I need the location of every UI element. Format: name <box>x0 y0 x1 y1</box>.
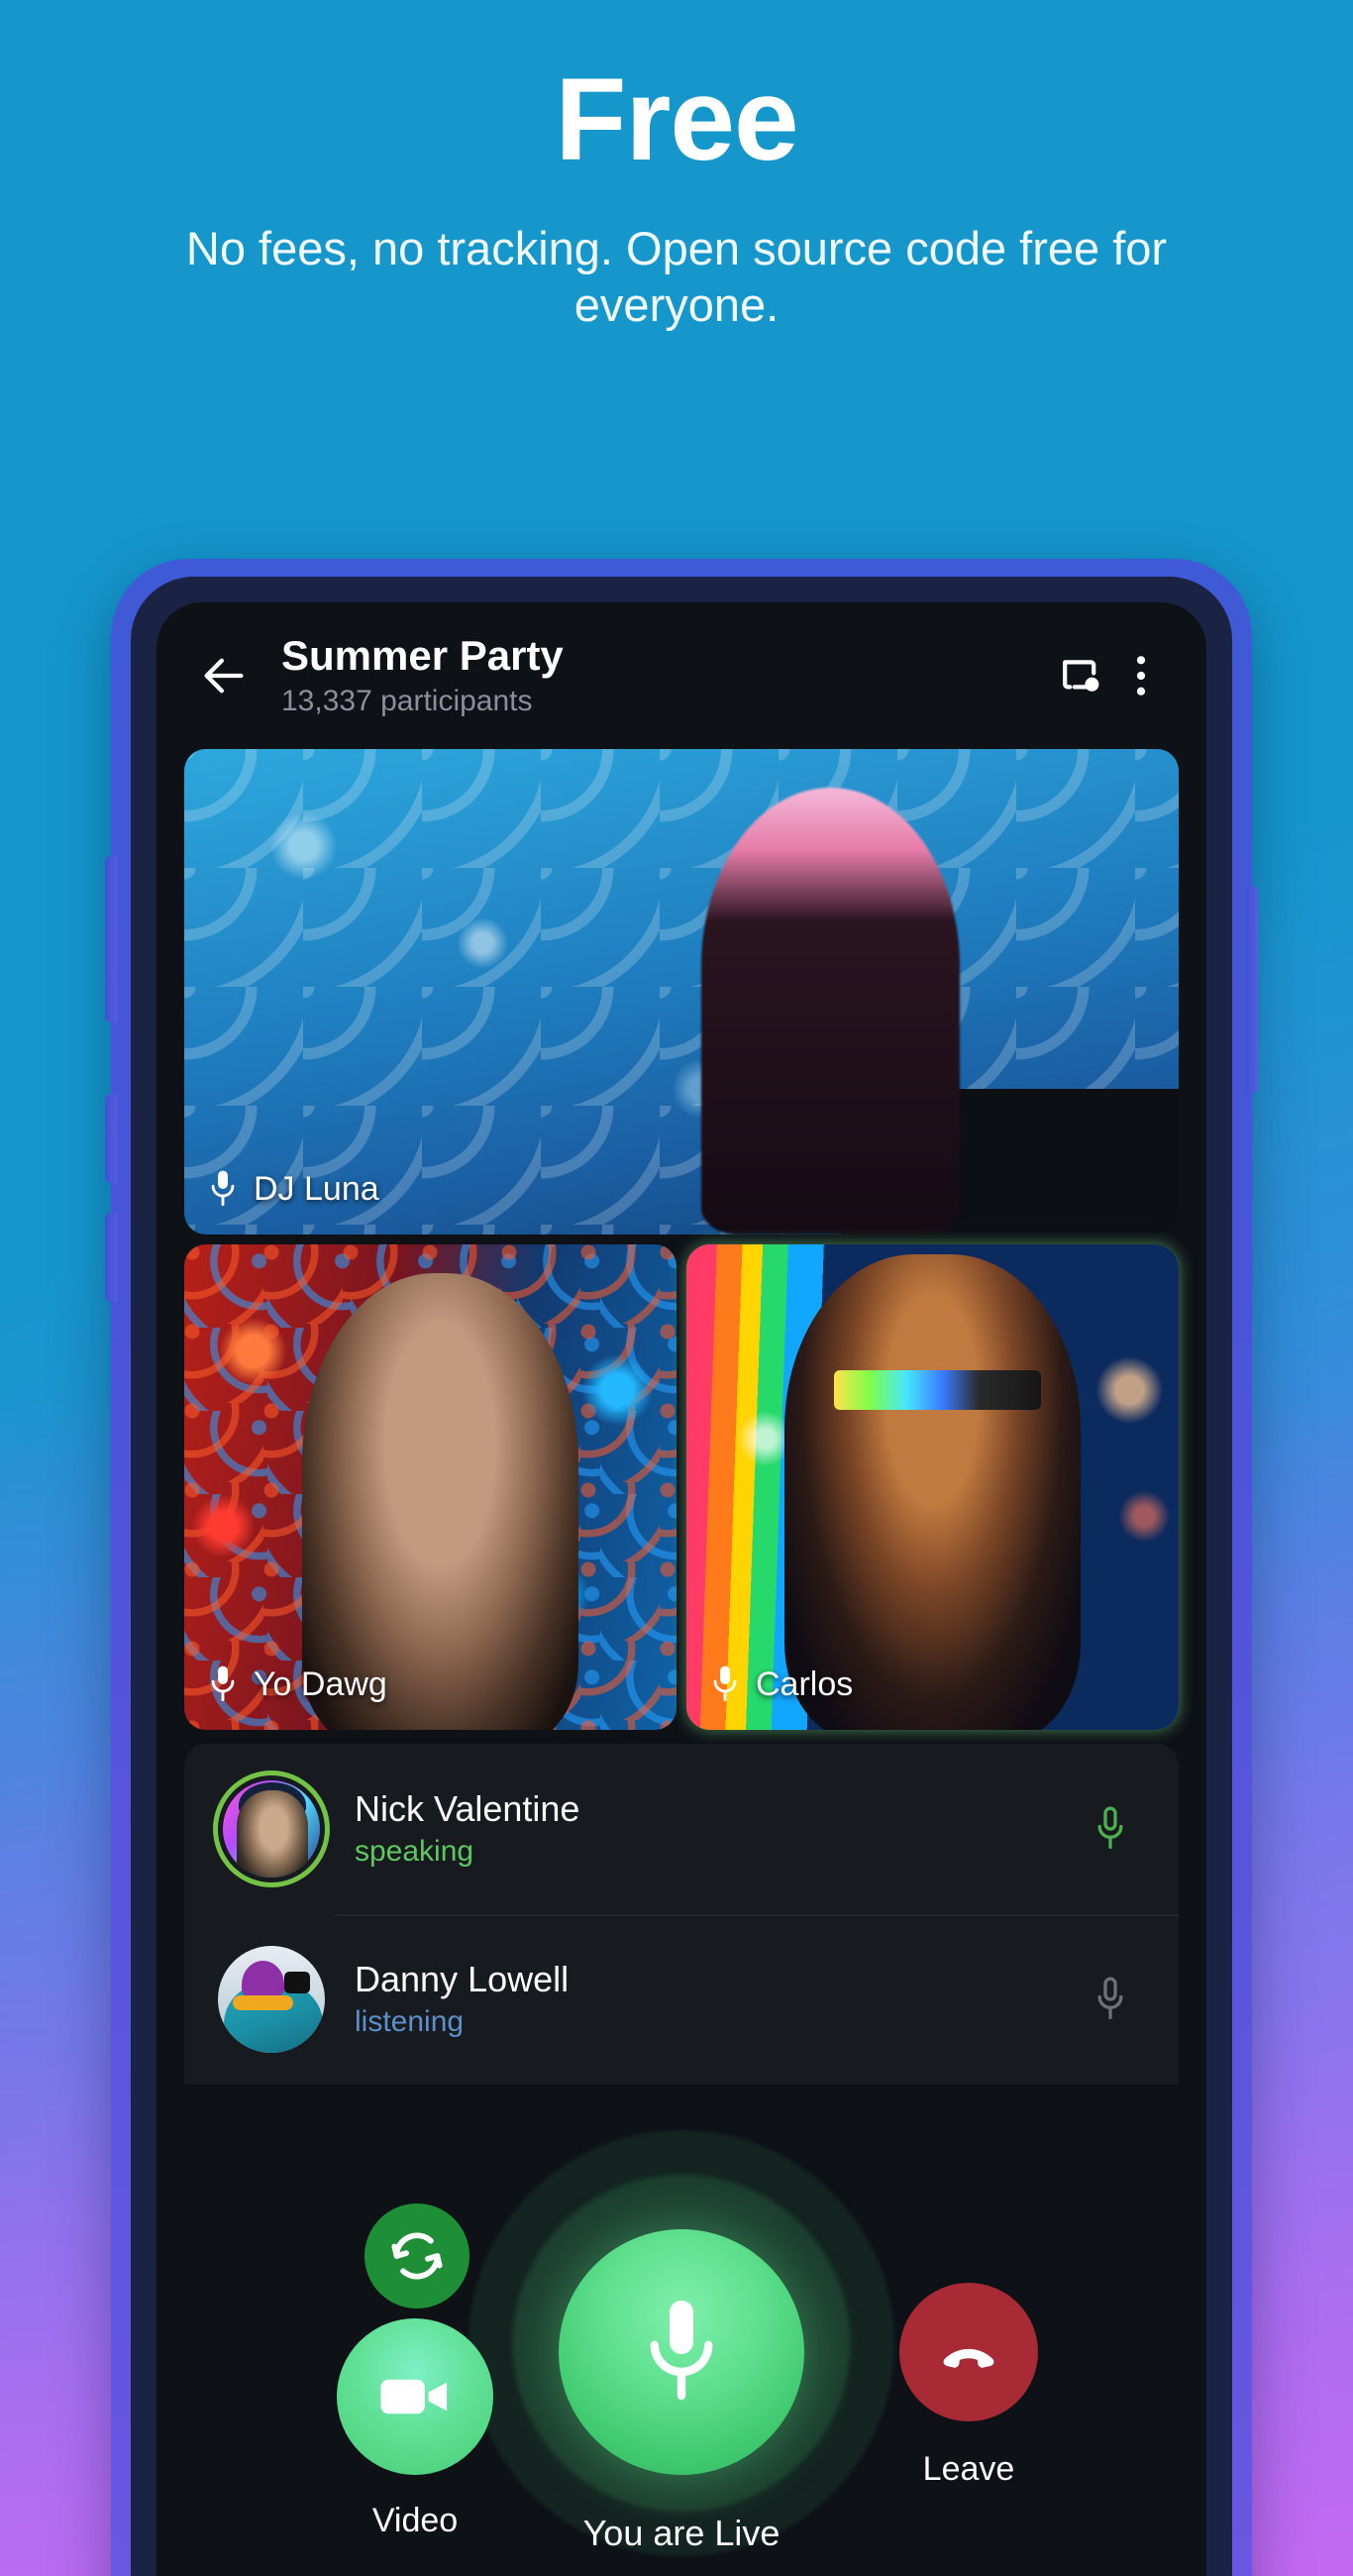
dj-deck-decor <box>840 1089 1179 1234</box>
call-title: Summer Party <box>281 632 564 680</box>
participant-info: Danny Lowell listening <box>325 1959 1076 2040</box>
call-title-group: Summer Party 13,337 participants <box>261 632 1042 718</box>
phone-screen: Summer Party 13,337 participants DJ Luna… <box>156 602 1206 2576</box>
leave-call-label: Leave <box>922 2450 1015 2488</box>
flip-camera-icon <box>391 2232 443 2280</box>
screen-share-button[interactable] <box>1042 638 1117 713</box>
participant-list: Nick Valentine speaking Danny Lowell lis… <box>184 1744 1179 2085</box>
phone-volume-up-button[interactable] <box>105 856 117 1022</box>
visor-decor <box>834 1370 1041 1410</box>
video-tile-name: Carlos <box>756 1664 854 1703</box>
more-vertical-icon <box>1136 656 1146 696</box>
participant-row-nick-valentine[interactable]: Nick Valentine speaking <box>184 1744 1179 1914</box>
arrow-left-icon <box>204 658 244 694</box>
video-tile-label: DJ Luna <box>206 1167 379 1211</box>
mic-toggle-button[interactable] <box>559 2229 804 2475</box>
avatar <box>218 1775 325 1882</box>
video-feed-yo-dawg <box>184 1244 676 1730</box>
participant-name: Danny Lowell <box>355 1959 570 2000</box>
participant-info: Nick Valentine speaking <box>325 1788 1076 1870</box>
video-tile-label: Yo Dawg <box>206 1663 387 1706</box>
scarf-decor <box>233 1994 293 2010</box>
video-toggle-label: Video <box>371 2502 459 2539</box>
avatar <box>218 1946 325 2053</box>
participant-status: speaking <box>355 1834 474 1868</box>
video-tile-dj-luna[interactable]: DJ Luna <box>184 749 1179 1234</box>
live-status-label: You are Live <box>582 2513 781 2553</box>
leave-call-button[interactable] <box>899 2283 1038 2421</box>
overflow-menu-button[interactable] <box>1117 638 1165 713</box>
phone-mockup: Summer Party 13,337 participants DJ Luna… <box>105 559 1258 2576</box>
participant-status: listening <box>355 2004 465 2038</box>
microphone-icon <box>1097 1977 1123 2019</box>
video-feed-carlos <box>686 1244 1179 1730</box>
phone-extra-button[interactable] <box>105 1213 117 1302</box>
promo-subtitle: No fees, no tracking. Open source code f… <box>185 221 1168 332</box>
video-tile-name: Yo Dawg <box>254 1664 387 1703</box>
camera-decor <box>283 1971 310 1993</box>
participant-mic-button[interactable] <box>1076 1803 1145 1855</box>
video-feed-dj-luna <box>184 749 1179 1234</box>
participant-row-danny-lowell[interactable]: Danny Lowell listening <box>184 1914 1179 2085</box>
microphone-icon <box>211 1665 235 1701</box>
beanie-decor <box>238 1781 307 1816</box>
video-toggle-button[interactable] <box>337 2318 493 2475</box>
promo-text-block: Free No fees, no tracking. Open source c… <box>0 0 1353 334</box>
flip-camera-button[interactable] <box>364 2203 469 2308</box>
phone-volume-down-button[interactable] <box>105 1094 117 1183</box>
hat-decor <box>241 1961 284 1997</box>
neon-bokeh-decor <box>686 1244 1179 1730</box>
screen-share-icon <box>1063 660 1099 692</box>
back-button[interactable] <box>186 638 261 713</box>
participants-count: 13,337 participants <box>281 684 533 717</box>
microphone-icon <box>713 1665 737 1701</box>
avatar-image-nick <box>223 1780 320 1878</box>
microphone-icon <box>1097 1806 1123 1849</box>
microphone-icon <box>650 2301 713 2401</box>
hang-up-icon <box>943 2348 994 2368</box>
call-header: Summer Party 13,337 participants <box>156 602 1206 749</box>
video-grid: DJ Luna Yo Dawg Carlos <box>156 749 1206 1730</box>
phone-power-button[interactable] <box>1246 886 1258 1094</box>
microphone-icon <box>211 1170 235 1206</box>
video-tile-name: DJ Luna <box>254 1169 379 1208</box>
participant-name: Nick Valentine <box>355 1788 580 1830</box>
call-controls: Video You are Live Leave <box>156 2130 1206 2576</box>
promo-headline: Free <box>555 54 798 185</box>
video-tile-row: Yo Dawg Carlos <box>184 1244 1179 1730</box>
avatar-image-danny <box>218 1946 325 2053</box>
participant-mic-button[interactable] <box>1076 1974 1145 2025</box>
video-camera-icon <box>380 2379 448 2415</box>
video-tile-yo-dawg[interactable]: Yo Dawg <box>184 1244 676 1730</box>
video-tile-carlos[interactable]: Carlos <box>686 1244 1179 1730</box>
video-tile-label: Carlos <box>708 1663 853 1706</box>
